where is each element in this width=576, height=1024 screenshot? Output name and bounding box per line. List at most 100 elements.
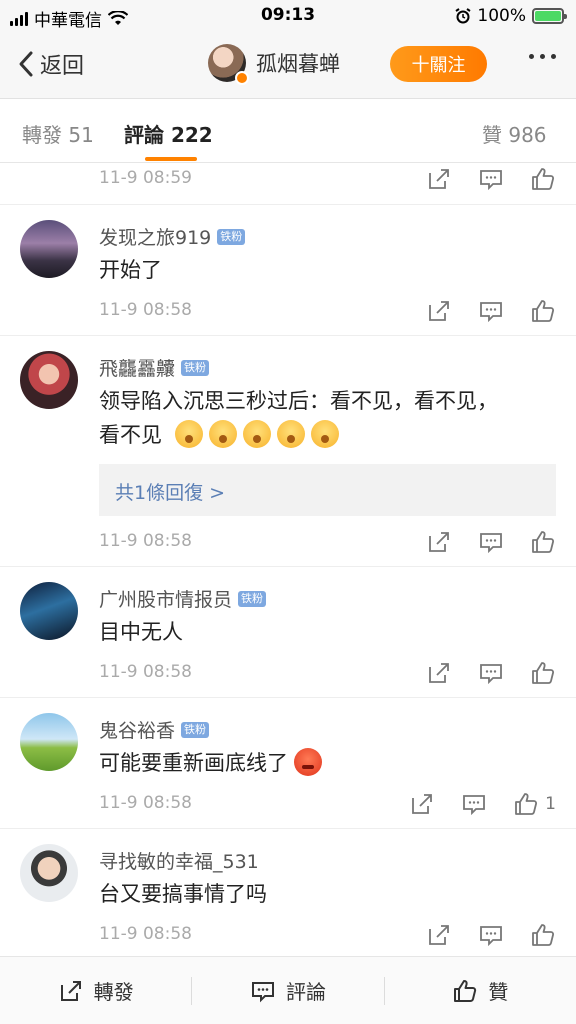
share-icon bbox=[60, 980, 81, 1001]
share-icon bbox=[429, 925, 449, 945]
comment-button[interactable]: 評論 bbox=[192, 976, 383, 1005]
reply-button[interactable] bbox=[478, 166, 504, 192]
like-button[interactable] bbox=[530, 922, 556, 948]
chevron-left-icon bbox=[19, 51, 33, 77]
share-icon bbox=[429, 532, 449, 552]
comment-author[interactable]: 鬼谷裕香 铁粉 bbox=[99, 716, 210, 743]
thumbs-up-icon bbox=[532, 924, 555, 946]
author-name[interactable]: 鬼谷裕香 bbox=[99, 716, 175, 743]
reply-button[interactable] bbox=[478, 298, 504, 324]
comment-text: 可能要重新画底线了 bbox=[99, 746, 549, 780]
comment-actions bbox=[426, 166, 556, 192]
comment-author[interactable]: 发现之旅919 铁粉 bbox=[99, 223, 246, 250]
tab-comments-label: 評論 bbox=[124, 123, 164, 147]
thumbs-up-icon bbox=[515, 793, 538, 815]
avatar[interactable] bbox=[20, 713, 78, 771]
like-button[interactable] bbox=[530, 660, 556, 686]
repost-label: 轉發 bbox=[93, 980, 134, 1004]
nav-username[interactable]: 孤烟暮蝉 bbox=[256, 48, 340, 78]
share-button[interactable] bbox=[409, 791, 435, 817]
comment-icon bbox=[463, 795, 486, 816]
avatar[interactable] bbox=[208, 44, 249, 85]
yawn-emoji-icon bbox=[208, 420, 237, 448]
reply-button[interactable] bbox=[461, 791, 487, 817]
share-button[interactable] bbox=[426, 660, 452, 686]
author-name[interactable]: 寻找敏的幸福_531 bbox=[99, 847, 259, 874]
comment-text-line: 看不见 bbox=[99, 418, 549, 452]
comment-actions bbox=[426, 660, 556, 686]
comment-list: 11-9 08:59 发现之旅919 铁粉 开始了 11-9 08:58 飛龘靐… bbox=[0, 164, 576, 960]
comment-actions bbox=[426, 298, 556, 324]
tab-bar: 轉發 51 評論 222 贊 986 bbox=[0, 99, 576, 163]
reply-button[interactable] bbox=[478, 922, 504, 948]
battery-icon bbox=[532, 8, 567, 24]
comment-icon bbox=[480, 664, 502, 685]
like-button[interactable]: 1 bbox=[513, 791, 556, 817]
bottom-action-bar: 轉發 評論 贊 bbox=[0, 956, 576, 1024]
follow-button[interactable]: 十關注 bbox=[390, 46, 487, 82]
reply-button[interactable] bbox=[478, 529, 504, 555]
avatar[interactable] bbox=[20, 582, 78, 640]
thumbs-up-icon bbox=[532, 662, 555, 684]
share-button[interactable] bbox=[426, 298, 452, 324]
comment-actions bbox=[426, 529, 556, 555]
author-name[interactable]: 发现之旅919 bbox=[99, 223, 211, 250]
tab-reposts-count: 51 bbox=[68, 123, 94, 147]
avatar[interactable] bbox=[20, 220, 78, 278]
like-button[interactable] bbox=[530, 166, 556, 192]
fan-badge: 铁粉 bbox=[217, 228, 246, 245]
share-icon bbox=[429, 169, 449, 189]
tab-reposts-label: 轉發 bbox=[22, 123, 62, 147]
comment-item: 鬼谷裕香 铁粉 可能要重新画底线了 11-9 08:58 1 bbox=[0, 698, 576, 829]
battery-percent: 100% bbox=[477, 6, 526, 26]
comment-icon bbox=[480, 926, 502, 947]
reply-button[interactable] bbox=[478, 660, 504, 686]
avatar[interactable] bbox=[20, 351, 78, 409]
share-button[interactable] bbox=[426, 166, 452, 192]
status-bar: 中華電信 09:13 100% bbox=[0, 0, 576, 32]
like-button[interactable] bbox=[530, 529, 556, 555]
like-button[interactable]: 贊 bbox=[385, 976, 576, 1005]
thumbs-up-icon bbox=[454, 979, 477, 1002]
fan-badge: 铁粉 bbox=[181, 359, 210, 376]
fan-badge: 铁粉 bbox=[181, 721, 210, 738]
fan-badge: 铁粉 bbox=[238, 590, 267, 607]
back-button[interactable]: 返回 bbox=[16, 48, 84, 80]
author-name[interactable]: 广州股市情报员 bbox=[99, 585, 232, 612]
like-count: 1 bbox=[545, 794, 556, 814]
comment-label: 評論 bbox=[285, 980, 326, 1004]
list-item: 11-9 08:59 bbox=[0, 164, 576, 205]
like-label: 贊 bbox=[488, 980, 509, 1004]
comment-text-tail: 看不见 bbox=[99, 423, 162, 447]
comment-author[interactable]: 广州股市情报员 铁粉 bbox=[99, 585, 267, 612]
repost-button[interactable]: 轉發 bbox=[0, 976, 191, 1005]
comment-author[interactable]: 寻找敏的幸福_531 bbox=[99, 847, 259, 874]
nav-user[interactable]: 孤烟暮蝉 bbox=[208, 44, 340, 85]
like-button[interactable] bbox=[530, 298, 556, 324]
comment-item: 寻找敏的幸福_531 台又要搞事情了吗 11-9 08:58 bbox=[0, 829, 576, 960]
comment-icon bbox=[480, 170, 502, 191]
comment-text-line: 领导陷入沉思三秒过后：看不见，看不见， bbox=[99, 389, 498, 413]
comment-text: 台又要搞事情了吗 bbox=[99, 882, 267, 906]
comment-author[interactable]: 飛龘靐齉 铁粉 bbox=[99, 354, 210, 381]
tab-comments[interactable]: 評論 222 bbox=[124, 119, 213, 148]
share-button[interactable] bbox=[426, 529, 452, 555]
avatar[interactable] bbox=[20, 844, 78, 902]
tab-reposts[interactable]: 轉發 51 bbox=[22, 119, 94, 148]
yawn-emoji-icon bbox=[242, 420, 271, 448]
more-dots-icon[interactable] bbox=[529, 54, 556, 59]
tab-likes[interactable]: 贊 986 bbox=[482, 119, 547, 148]
yawn-emoji-icon bbox=[276, 420, 305, 448]
comment-actions bbox=[426, 922, 556, 948]
comment-item: 飛龘靐齉 铁粉 领导陷入沉思三秒过后：看不见，看不见， 看不见 共1條回復 > … bbox=[0, 336, 576, 567]
yawn-emoji-icon bbox=[310, 420, 339, 448]
status-right: 100% bbox=[455, 6, 567, 26]
share-icon bbox=[412, 794, 433, 814]
view-replies-link[interactable]: 共1條回復 > bbox=[99, 464, 556, 516]
author-name[interactable]: 飛龘靐齉 bbox=[99, 354, 175, 381]
comment-text: 目中无人 bbox=[99, 620, 183, 644]
thumbs-up-icon bbox=[532, 300, 555, 322]
tab-active-indicator bbox=[145, 157, 197, 161]
share-button[interactable] bbox=[426, 922, 452, 948]
comment-time: 11-9 08:58 bbox=[99, 924, 192, 944]
